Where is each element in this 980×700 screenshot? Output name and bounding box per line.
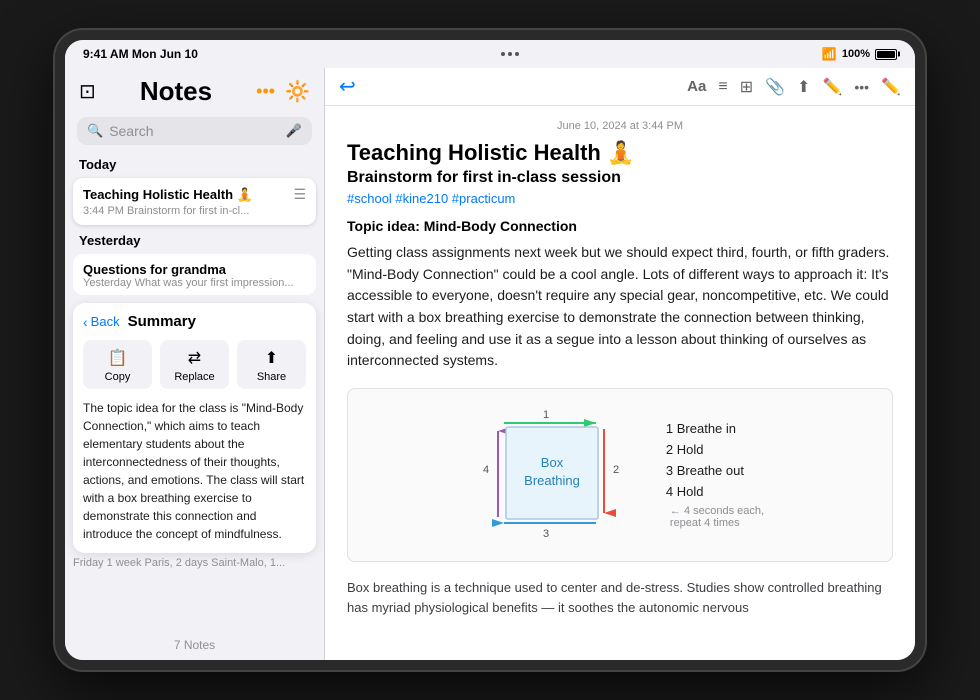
svg-text:Breathing: Breathing	[524, 473, 580, 488]
diagram-step-4: 4 Hold	[666, 484, 764, 499]
sidebar-header: ⊡ Notes ••• 🔆	[65, 68, 324, 113]
back-chevron-icon: ‹	[83, 314, 88, 330]
note-toolbar: ↩ Aa ≡ ⊞ 📎 ⬆ ✏️ ••• ✏️	[325, 68, 915, 106]
search-placeholder[interactable]: Search	[109, 123, 280, 139]
note-meta-today: 3:44 PM Brainstorm for first in-cl...	[83, 205, 306, 217]
diagram-note: ← 4 seconds each, repeat 4 times	[670, 505, 764, 529]
summary-title: Summary	[128, 313, 196, 330]
sidebar: ⊡ Notes ••• 🔆 🔍 Search 🎤 Today Teaching …	[65, 68, 325, 660]
search-glass-icon: 🔍	[87, 123, 103, 139]
replace-button[interactable]: ⇄ Replace	[160, 340, 229, 389]
replace-label: Replace	[174, 371, 214, 383]
note-item-active[interactable]: Teaching Holistic Health 🧘 ☰ 3:44 PM Bra…	[73, 178, 316, 225]
note-paragraph-2: Box breathing is a technique used to cen…	[347, 578, 893, 637]
ipad-frame: 9:41 AM Mon Jun 10 📶 100% ⊡ Notes ••• 🔆	[55, 30, 925, 670]
sidebar-toggle-icon[interactable]: ⊡	[79, 79, 96, 104]
toolbar-right: Aa ≡ ⊞ 📎 ⬆ ✏️ ••• ✏️	[687, 77, 901, 97]
box-diagram: 1 2 3 4	[476, 405, 636, 545]
svg-text:1: 1	[543, 409, 549, 421]
status-dot-2	[508, 52, 512, 56]
sidebar-footer: 7 Notes	[65, 630, 324, 660]
svg-text:Box: Box	[541, 455, 564, 470]
compose-icon[interactable]: ✏️	[881, 77, 901, 97]
note-lines-icon: ☰	[293, 186, 306, 203]
battery-icon	[875, 49, 897, 60]
note-title-yesterday: Questions for grandma	[83, 262, 306, 277]
replace-icon: ⇄	[188, 348, 201, 368]
toolbar-left: ↩	[339, 74, 356, 99]
note-tags: #school #kine210 #practicum	[347, 191, 893, 206]
share-summary-button[interactable]: ⬆ Share	[237, 340, 306, 389]
search-bar[interactable]: 🔍 Search 🎤	[77, 117, 312, 145]
note-body[interactable]: June 10, 2024 at 3:44 PM Teaching Holist…	[325, 106, 915, 660]
diagram-labels: 1 Breathe in 2 Hold 3 Breathe out 4 Hold…	[666, 421, 764, 529]
undo-icon[interactable]: ↩	[339, 74, 356, 99]
share-summary-icon: ⬆	[265, 348, 278, 368]
more-toolbar-icon[interactable]: •••	[854, 79, 869, 95]
status-dot-3	[515, 52, 519, 56]
note-date: June 10, 2024 at 3:44 PM	[347, 120, 893, 132]
copy-button[interactable]: 📋 Copy	[83, 340, 152, 389]
box-breathing-svg: 1 2 3 4	[476, 405, 636, 545]
diagram-container: 1 2 3 4	[347, 388, 893, 562]
status-right: 📶 100%	[822, 47, 897, 61]
status-dot-1	[501, 52, 505, 56]
app-content: ⊡ Notes ••• 🔆 🔍 Search 🎤 Today Teaching …	[65, 68, 915, 660]
back-button[interactable]: ‹ Back	[83, 314, 120, 330]
share-label: Share	[257, 371, 286, 383]
note-meta-yesterday: Yesterday What was your first impression…	[83, 277, 306, 289]
copy-label: Copy	[105, 371, 131, 383]
note-main: ↩ Aa ≡ ⊞ 📎 ⬆ ✏️ ••• ✏️ June 10, 2024 at …	[325, 68, 915, 660]
prev-note-meta: Friday 1 week Paris, 2 days Saint-Malo, …	[73, 557, 316, 569]
note-heading: Teaching Holistic Health 🧘	[347, 140, 893, 166]
more-options-button[interactable]: •••	[256, 81, 275, 102]
back-label: Back	[91, 314, 120, 329]
section-today-label: Today	[65, 153, 324, 178]
wifi-icon: 📶	[822, 47, 837, 61]
copy-icon: 📋	[108, 348, 128, 368]
summary-actions: 📋 Copy ⇄ Replace ⬆ Share	[83, 340, 306, 389]
attach-icon[interactable]: 📎	[765, 77, 785, 97]
note-item-header: Teaching Holistic Health 🧘 ☰	[83, 186, 306, 203]
summary-text: The topic idea for the class is "Mind-Bo…	[83, 399, 306, 543]
diagram-step-1: 1 Breathe in	[666, 421, 764, 436]
markup-icon[interactable]: ✏️	[822, 77, 842, 97]
note-subheading: Brainstorm for first in-class session	[347, 169, 893, 187]
summary-panel: ‹ Back Summary 📋 Copy ⇄ Replace	[73, 303, 316, 553]
status-center	[501, 52, 519, 56]
svg-text:2: 2	[613, 464, 619, 476]
status-bar: 9:41 AM Mon Jun 10 📶 100%	[65, 40, 915, 68]
sidebar-title: Notes	[140, 76, 212, 107]
note-topic-label: Topic idea: Mind-Body Connection	[347, 218, 893, 234]
diagram-step-2: 2 Hold	[666, 442, 764, 457]
checklist-icon[interactable]: ≡	[718, 78, 727, 96]
format-icon[interactable]: Aa	[687, 78, 706, 95]
svg-text:4: 4	[483, 464, 489, 476]
sidebar-icons: ••• 🔆	[256, 79, 310, 104]
table-icon[interactable]: ⊞	[740, 77, 753, 97]
note-item-yesterday[interactable]: Questions for grandma Yesterday What was…	[73, 254, 316, 295]
search-mic-icon[interactable]: 🎤	[286, 123, 302, 139]
status-time: 9:41 AM Mon Jun 10	[83, 47, 198, 61]
notes-count: 7 Notes	[174, 638, 215, 652]
diagram-step-3: 3 Breathe out	[666, 463, 764, 478]
section-yesterday-label: Yesterday	[65, 229, 324, 254]
new-note-button[interactable]: 🔆	[285, 79, 310, 104]
battery-percent: 100%	[842, 48, 870, 60]
share-icon[interactable]: ⬆	[797, 77, 810, 97]
summary-nav: ‹ Back Summary	[83, 313, 306, 330]
battery-fill	[877, 51, 895, 58]
note-paragraph-1: Getting class assignments next week but …	[347, 242, 893, 372]
note-title-today: Teaching Holistic Health 🧘	[83, 187, 253, 203]
svg-text:3: 3	[543, 528, 549, 540]
prev-note[interactable]: Friday 1 week Paris, 2 days Saint-Malo, …	[65, 557, 324, 573]
